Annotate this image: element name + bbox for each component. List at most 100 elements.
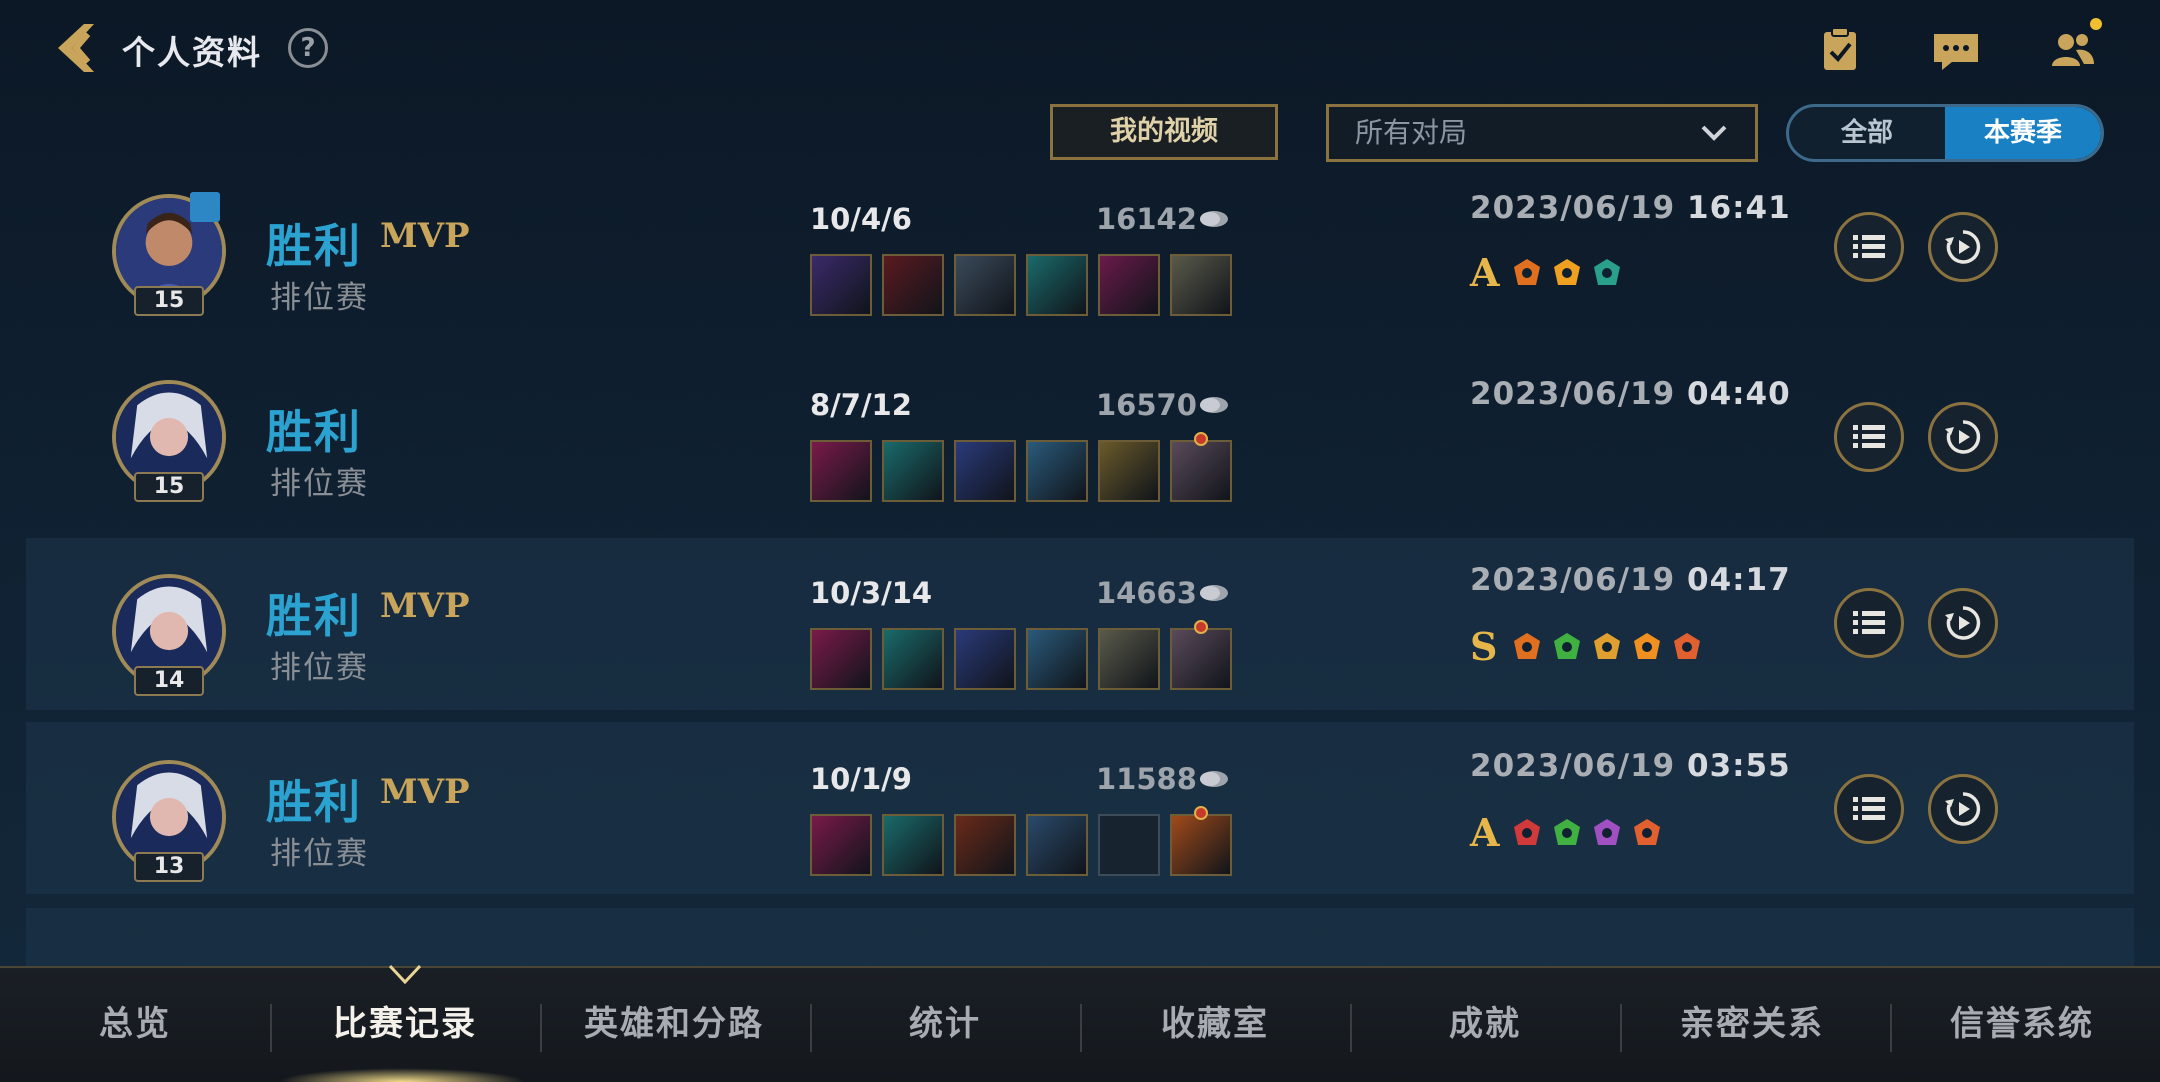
list-icon bbox=[1853, 611, 1885, 634]
item-slot[interactable] bbox=[882, 814, 944, 876]
toggle-this-season[interactable]: 本赛季 bbox=[1945, 107, 2101, 159]
achievement-badges: A bbox=[1470, 250, 1624, 295]
item-slot[interactable] bbox=[954, 628, 1016, 690]
item-slot[interactable] bbox=[1170, 254, 1232, 316]
achievement-badge-icon bbox=[1514, 258, 1540, 285]
item-slot[interactable] bbox=[1098, 254, 1160, 316]
achievement-badges: A bbox=[1470, 810, 1664, 855]
achievement-badge-icon bbox=[1594, 818, 1620, 845]
achievement-badge-icon bbox=[1514, 632, 1540, 659]
game-mode: 排位赛 bbox=[270, 466, 369, 502]
item-slot[interactable] bbox=[810, 254, 872, 316]
item-slot[interactable] bbox=[810, 628, 872, 690]
back-arrow-icon[interactable] bbox=[48, 18, 108, 78]
replay-button[interactable] bbox=[1928, 774, 1998, 844]
item-slot[interactable] bbox=[882, 440, 944, 502]
tab-overview[interactable]: 总览 bbox=[40, 968, 230, 1082]
gold-coin-icon bbox=[1200, 585, 1228, 601]
item-slot[interactable] bbox=[1170, 620, 1232, 690]
match-details-button[interactable] bbox=[1834, 774, 1904, 844]
task-clipboard-icon[interactable] bbox=[1814, 24, 1866, 76]
game-mode: 排位赛 bbox=[270, 836, 369, 872]
chevron-down-icon bbox=[1701, 125, 1727, 141]
top-bar: 个人资料 ? bbox=[0, 0, 2160, 100]
item-slot[interactable] bbox=[1026, 814, 1088, 876]
gold-amount: 14663 bbox=[1096, 576, 1197, 610]
item-slots bbox=[810, 806, 1232, 876]
item-slots bbox=[810, 432, 1232, 502]
item-slots bbox=[810, 620, 1232, 690]
tab-divider bbox=[1350, 1004, 1352, 1052]
tab-divider bbox=[1890, 1004, 1892, 1052]
mvp-label: MVP bbox=[380, 216, 470, 256]
achievement-badge-icon bbox=[1634, 818, 1660, 845]
item-mark-icon bbox=[1194, 620, 1208, 634]
match-details-button[interactable] bbox=[1834, 212, 1904, 282]
item-slot[interactable] bbox=[810, 814, 872, 876]
gold-coin-icon bbox=[1200, 211, 1228, 227]
item-slot[interactable] bbox=[810, 440, 872, 502]
performance-grade: A bbox=[1470, 250, 1500, 295]
item-slot[interactable] bbox=[882, 628, 944, 690]
item-slot[interactable] bbox=[954, 254, 1016, 316]
item-slot[interactable] bbox=[1170, 806, 1232, 876]
match-row[interactable]: 14 胜利 MVP 排位赛 10/3/14 14663 2023/06/19 0… bbox=[26, 538, 2134, 710]
item-slot[interactable] bbox=[1098, 440, 1160, 502]
kda: 8/7/12 bbox=[810, 388, 912, 422]
match-row[interactable]: 13 胜利 MVP 排位赛 10/1/9 11588 2023/06/19 03… bbox=[26, 722, 2134, 894]
performance-grade: A bbox=[1470, 810, 1500, 855]
match-datetime: 2023/06/19 16:41 bbox=[1470, 190, 1791, 226]
tab-statistics[interactable]: 统计 bbox=[840, 968, 1050, 1082]
replay-button[interactable] bbox=[1928, 402, 1998, 472]
tab-relationships[interactable]: 亲密关系 bbox=[1636, 968, 1868, 1082]
replay-icon bbox=[1945, 792, 1981, 826]
item-slot[interactable] bbox=[1098, 814, 1160, 876]
season-toggle[interactable]: 全部 本赛季 bbox=[1786, 104, 2104, 162]
tab-collection[interactable]: 收藏室 bbox=[1110, 968, 1320, 1082]
gold-amount: 16570 bbox=[1096, 388, 1197, 422]
tab-divider bbox=[540, 1004, 542, 1052]
help-icon[interactable]: ? bbox=[288, 28, 328, 68]
my-videos-button[interactable]: 我的视频 bbox=[1050, 104, 1278, 160]
friends-icon[interactable] bbox=[2046, 18, 2102, 76]
tab-achievements[interactable]: 成就 bbox=[1380, 968, 1590, 1082]
match-details-button[interactable] bbox=[1834, 402, 1904, 472]
item-slot[interactable] bbox=[1026, 254, 1088, 316]
item-slot[interactable] bbox=[1026, 440, 1088, 502]
match-row[interactable]: 15 胜利 MVP 排位赛 10/4/6 16142 2023/06/19 16… bbox=[26, 180, 2134, 352]
item-mark-icon bbox=[1194, 432, 1208, 446]
chat-icon[interactable] bbox=[1930, 24, 1982, 76]
kda: 10/1/9 bbox=[810, 762, 912, 796]
tab-honor-system[interactable]: 信誉系统 bbox=[1906, 968, 2138, 1082]
item-slot[interactable] bbox=[954, 440, 1016, 502]
game-mode: 排位赛 bbox=[270, 280, 369, 316]
item-slot[interactable] bbox=[1098, 628, 1160, 690]
kda: 10/3/14 bbox=[810, 576, 933, 610]
tab-match-history[interactable]: 比赛记录 bbox=[300, 968, 510, 1082]
match-time: 03:55 bbox=[1687, 748, 1791, 784]
item-slot[interactable] bbox=[954, 814, 1016, 876]
match-result: 胜利 bbox=[266, 405, 362, 459]
gold-amount: 11588 bbox=[1096, 762, 1197, 796]
replay-button[interactable] bbox=[1928, 588, 1998, 658]
item-slot[interactable] bbox=[882, 254, 944, 316]
achievement-badge-icon bbox=[1554, 258, 1580, 285]
match-row[interactable]: 15 胜利 排位赛 8/7/12 16570 2023/06/19 04:40 bbox=[26, 366, 2134, 538]
tab-divider bbox=[1080, 1004, 1082, 1052]
premade-team-icon bbox=[190, 192, 220, 222]
replay-icon bbox=[1945, 606, 1981, 640]
achievement-badge-icon bbox=[1554, 632, 1580, 659]
list-icon bbox=[1853, 797, 1885, 820]
match-details-button[interactable] bbox=[1834, 588, 1904, 658]
champion-level: 15 bbox=[134, 472, 204, 502]
item-slot[interactable] bbox=[1170, 432, 1232, 502]
match-type-select[interactable]: 所有对局 bbox=[1326, 104, 1758, 162]
item-slot[interactable] bbox=[1026, 628, 1088, 690]
toggle-all[interactable]: 全部 bbox=[1789, 107, 1945, 159]
bottom-tab-bar: 总览 比赛记录 英雄和分路 统计 收藏室 成就 亲密关系 信誉系统 bbox=[0, 964, 2160, 1082]
kda: 10/4/6 bbox=[810, 202, 912, 236]
match-datetime: 2023/06/19 04:40 bbox=[1470, 376, 1791, 412]
replay-button[interactable] bbox=[1928, 212, 1998, 282]
page-title: 个人资料 bbox=[122, 33, 262, 72]
tab-champions-roles[interactable]: 英雄和分路 bbox=[552, 968, 796, 1082]
